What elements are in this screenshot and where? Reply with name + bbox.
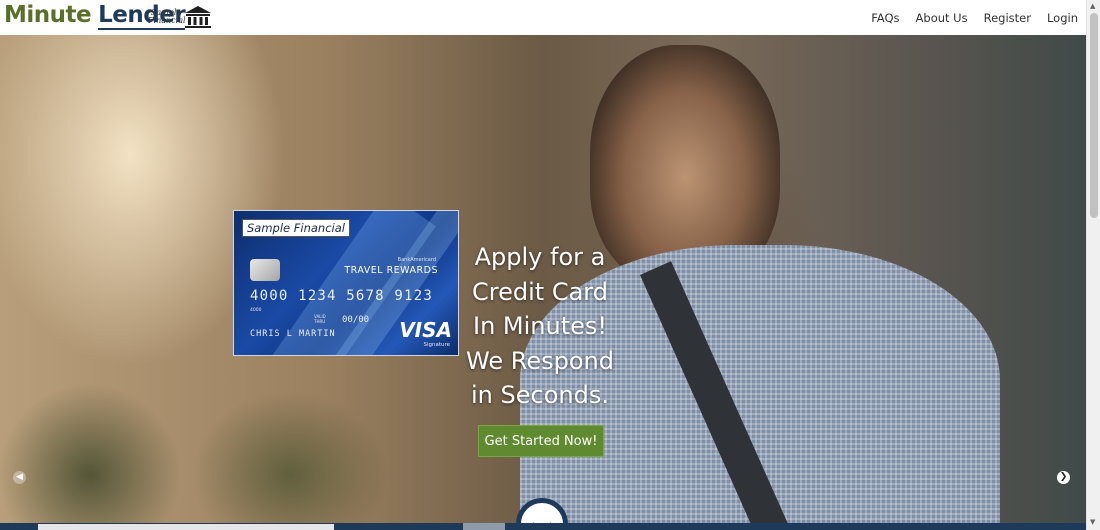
card-small-brand: BankAmericard bbox=[397, 257, 436, 263]
headline-line: Apply for a bbox=[474, 243, 606, 271]
nav-register[interactable]: Register bbox=[984, 11, 1031, 25]
credit-card-image: Sample Financial BankAmericard TRAVEL RE… bbox=[233, 210, 459, 356]
sample-financial-logo-text: Sample Financial bbox=[148, 8, 186, 25]
card-number-small: 4000 bbox=[250, 308, 262, 313]
nav-about-us[interactable]: About Us bbox=[916, 11, 968, 25]
chevron-right-icon: ❯ bbox=[1059, 472, 1068, 482]
bottom-bar-light-segment bbox=[38, 524, 334, 530]
bottom-section-bar bbox=[0, 523, 1086, 530]
bank-icon bbox=[185, 6, 211, 28]
sample-financial-logo: Sample Financial bbox=[148, 4, 214, 30]
nav-faqs[interactable]: FAQs bbox=[871, 11, 899, 25]
page-scrollbar[interactable]: ▲ ▼ bbox=[1086, 0, 1100, 530]
card-number: 4000 1234 5678 9123 bbox=[250, 288, 433, 304]
site-header: Minute Lender Sample Financial FAQs Abou… bbox=[0, 0, 1086, 35]
bottom-bar-mid-segment bbox=[463, 523, 505, 530]
carousel-next-button[interactable]: ❯ bbox=[1057, 471, 1070, 484]
chevron-left-icon: ◀ bbox=[16, 472, 23, 482]
headline-line: In Minutes! bbox=[472, 312, 607, 340]
visa-logo: VISA bbox=[399, 318, 452, 342]
hero-banner: Sample Financial BankAmericard TRAVEL RE… bbox=[0, 35, 1086, 530]
visa-signature: Signature bbox=[423, 342, 450, 348]
nav-login[interactable]: Login bbox=[1047, 11, 1078, 25]
logo-word-minute: Minute bbox=[4, 2, 92, 28]
hero-headline: Apply for a Credit Card In Minutes! We R… bbox=[465, 240, 615, 413]
scroll-up-arrow-icon[interactable]: ▲ bbox=[1090, 2, 1095, 10]
scrollbar-thumb[interactable] bbox=[1090, 13, 1098, 218]
headline-line: We Respond bbox=[466, 346, 614, 375]
headline-line: in Seconds. bbox=[471, 381, 609, 409]
scroll-down-arrow-icon[interactable]: ▼ bbox=[1090, 518, 1095, 526]
card-product: TRAVEL REWARDS bbox=[344, 265, 438, 276]
card-issuer: Sample Financial bbox=[242, 219, 350, 237]
headline-line: Credit Card bbox=[472, 277, 608, 306]
main-nav: FAQs About Us Register Login bbox=[871, 0, 1078, 35]
card-chip-icon bbox=[250, 259, 280, 281]
card-expiry: 00/00 bbox=[342, 315, 370, 325]
card-valid-label: VALID THRU bbox=[314, 314, 326, 324]
card-holder: CHRIS L MARTIN bbox=[250, 329, 336, 339]
get-started-button[interactable]: Get Started Now! bbox=[478, 425, 604, 457]
carousel-prev-button[interactable]: ◀ bbox=[13, 471, 26, 484]
